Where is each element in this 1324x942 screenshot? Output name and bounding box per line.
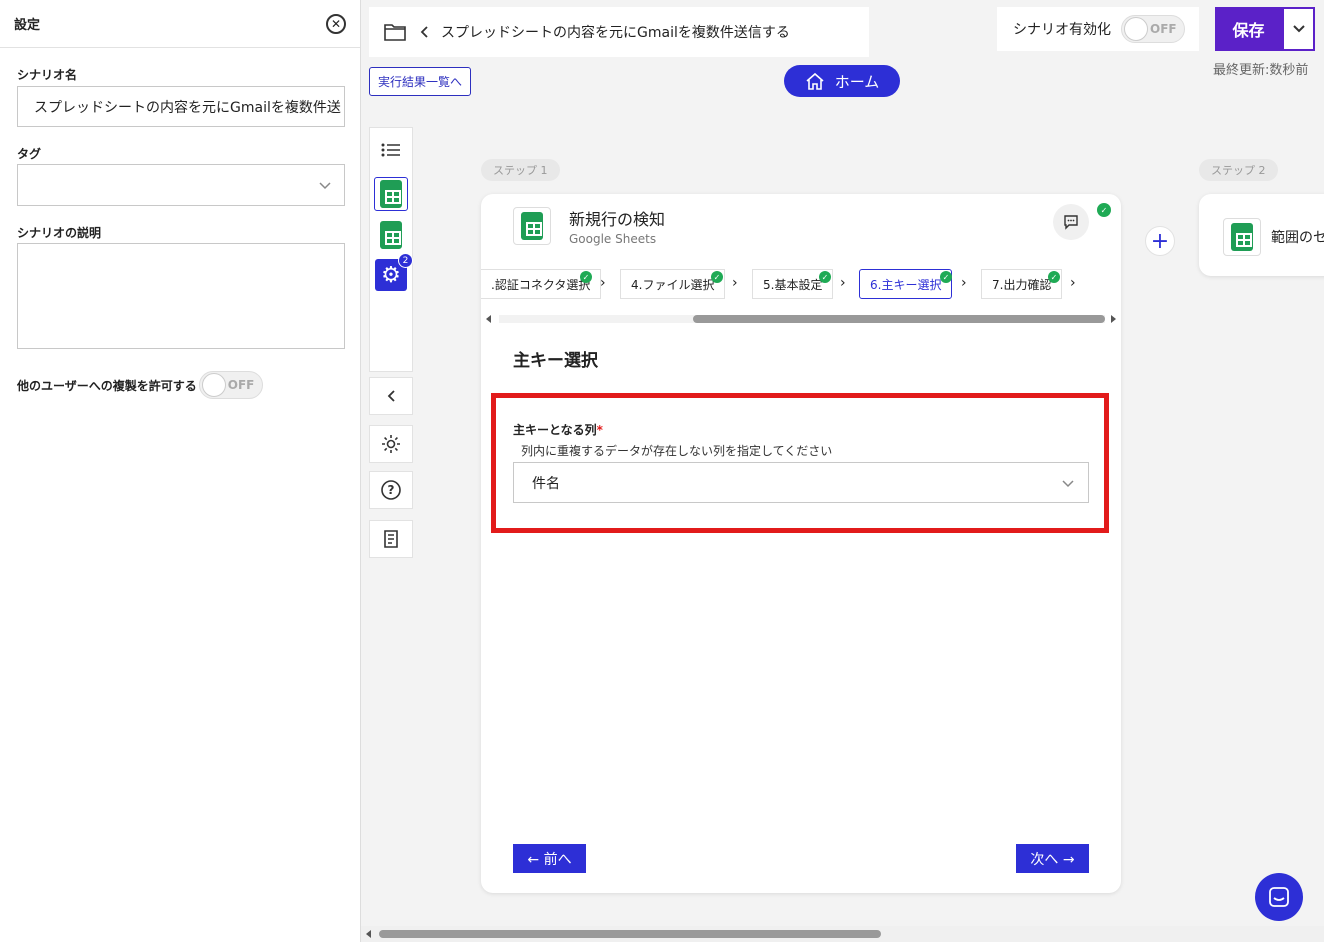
toggle-knob — [1124, 17, 1148, 41]
save-button[interactable]: 保存 — [1215, 7, 1282, 51]
toggle-knob — [201, 373, 226, 397]
step2-sheets-icon[interactable] — [374, 218, 408, 252]
step1-sheets-icon[interactable] — [374, 177, 408, 211]
tab-primary-key[interactable]: 6.主キー選択 — [859, 269, 953, 299]
folder-icon[interactable] — [383, 22, 407, 42]
tab-check-icon: ✓ — [819, 271, 831, 283]
last-updated: 最終更新:数秒前 — [1213, 63, 1309, 78]
step-tabs: .認証コネクタ選択 ✓ › 4.ファイル選択 ✓ › 5.基本設定 ✓ › 6.… — [481, 269, 1121, 301]
tab-check-icon: ✓ — [711, 271, 723, 283]
primary-key-value: 件名 — [532, 475, 560, 492]
step-toolbar: ⚙ 2 — [369, 127, 413, 372]
toggle-state: OFF — [1150, 22, 1177, 36]
chevron-left-icon[interactable] — [419, 25, 429, 39]
save-group: 保存 — [1215, 7, 1315, 51]
chat-icon[interactable] — [1255, 873, 1303, 921]
chevron-right-icon: › — [961, 275, 967, 291]
scenario-name-label: シナリオ名 — [17, 68, 78, 82]
chevron-down-icon — [1062, 480, 1074, 488]
log-icon[interactable] — [369, 520, 413, 558]
scroll-left-icon[interactable] — [485, 315, 493, 323]
scroll-thumb[interactable] — [379, 930, 881, 938]
settings-badge: 2 — [398, 253, 413, 268]
list-icon[interactable] — [374, 133, 408, 167]
scroll-thumb[interactable] — [693, 315, 1105, 323]
description-textarea[interactable] — [17, 243, 345, 349]
help-icon[interactable]: ? — [369, 471, 413, 509]
primary-key-label: 主キーとなる列* — [513, 421, 603, 438]
scroll-left-icon[interactable] — [365, 930, 373, 938]
allow-copy-row: 他のユーザーへの複製を許可する OFF — [17, 371, 263, 399]
chevron-right-icon: › — [840, 275, 846, 291]
scenario-title: スプレッドシートの内容を元にGmailを複数件送信する — [441, 25, 790, 41]
card-subtitle: Google Sheets — [569, 232, 657, 246]
chevron-right-icon: › — [1070, 275, 1076, 291]
tabs-scrollbar[interactable] — [485, 313, 1117, 325]
step2-label: ステップ 2 — [1199, 159, 1278, 181]
chevron-down-icon — [1292, 25, 1305, 33]
collapse-button[interactable] — [369, 377, 413, 415]
tag-select[interactable] — [17, 164, 345, 206]
primary-key-label-text: 主キーとなる列 — [513, 423, 597, 437]
chevron-down-icon — [319, 182, 331, 190]
toggle-state: OFF — [227, 378, 255, 392]
required-mark: * — [596, 423, 603, 437]
scenario-name-input[interactable]: スプレッドシートの内容を元にGmailを複数件送 — [17, 86, 345, 127]
tab-check-icon: ✓ — [940, 271, 952, 283]
card-header: 新規行の検知 Google Sheets — [513, 206, 665, 246]
save-dropdown-button[interactable] — [1282, 7, 1315, 51]
complete-check-icon: ✓ — [1097, 203, 1111, 217]
results-link-button[interactable]: 実行結果一覧へ — [369, 67, 471, 96]
home-label: ホーム — [834, 72, 880, 91]
step2-card[interactable]: 範囲のセ — [1199, 194, 1324, 276]
description-label: シナリオの説明 — [17, 226, 102, 240]
close-icon[interactable]: ✕ — [326, 13, 346, 34]
activate-label: シナリオ有効化 — [1013, 22, 1111, 38]
home-button[interactable]: ホーム — [784, 65, 900, 97]
scenario-title-box: スプレッドシートの内容を元にGmailを複数件送信する — [369, 7, 869, 57]
settings-panel: 設定 ✕ シナリオ名 スプレッドシートの内容を元にGmailを複数件送 タグ シ… — [0, 0, 361, 942]
card-title: 新規行の検知 — [569, 210, 666, 229]
allow-copy-toggle[interactable]: OFF — [198, 371, 263, 399]
chevron-left-icon — [387, 390, 395, 402]
primary-key-select[interactable]: 件名 — [513, 462, 1089, 503]
tag-label: タグ — [17, 147, 42, 161]
primary-key-help: 列内に重複するデータが存在しない列を指定してください — [521, 444, 833, 458]
activate-box: シナリオ有効化 OFF — [997, 7, 1199, 51]
scroll-right-icon[interactable] — [1109, 315, 1117, 323]
step2-card-header: 範囲のセ — [1223, 218, 1324, 256]
chevron-right-icon: › — [600, 275, 606, 291]
svg-text:?: ? — [388, 483, 395, 497]
settings-header: 設定 ✕ — [0, 0, 360, 48]
activate-toggle[interactable]: OFF — [1121, 15, 1185, 43]
sheets-icon — [513, 207, 551, 245]
section-title: 主キー選択 — [513, 351, 598, 371]
gear-icon[interactable] — [369, 425, 413, 463]
prev-button[interactable]: ← 前へ — [513, 844, 586, 873]
settings-step-icon[interactable]: ⚙ 2 — [374, 253, 413, 292]
home-icon — [806, 72, 824, 90]
comment-icon[interactable] — [1053, 204, 1089, 240]
tab-check-icon: ✓ — [1048, 271, 1060, 283]
step1-label: ステップ 1 — [481, 159, 560, 181]
canvas-scrollbar[interactable] — [361, 926, 1324, 942]
sheets-icon — [1223, 218, 1261, 256]
add-step-button[interactable]: + — [1145, 226, 1175, 256]
tab-file-select[interactable]: 4.ファイル選択 — [620, 269, 726, 299]
step-card: 新規行の検知 Google Sheets ✓ .認証コネクタ選択 ✓ › 4.フ… — [481, 194, 1121, 893]
settings-title: 設定 — [14, 18, 41, 33]
tab-check-icon: ✓ — [580, 271, 592, 283]
chevron-right-icon: › — [732, 275, 738, 291]
next-button[interactable]: 次へ → — [1016, 844, 1089, 873]
step2-title: 範囲のセ — [1271, 230, 1324, 246]
allow-copy-label: 他のユーザーへの複製を許可する — [17, 378, 197, 393]
